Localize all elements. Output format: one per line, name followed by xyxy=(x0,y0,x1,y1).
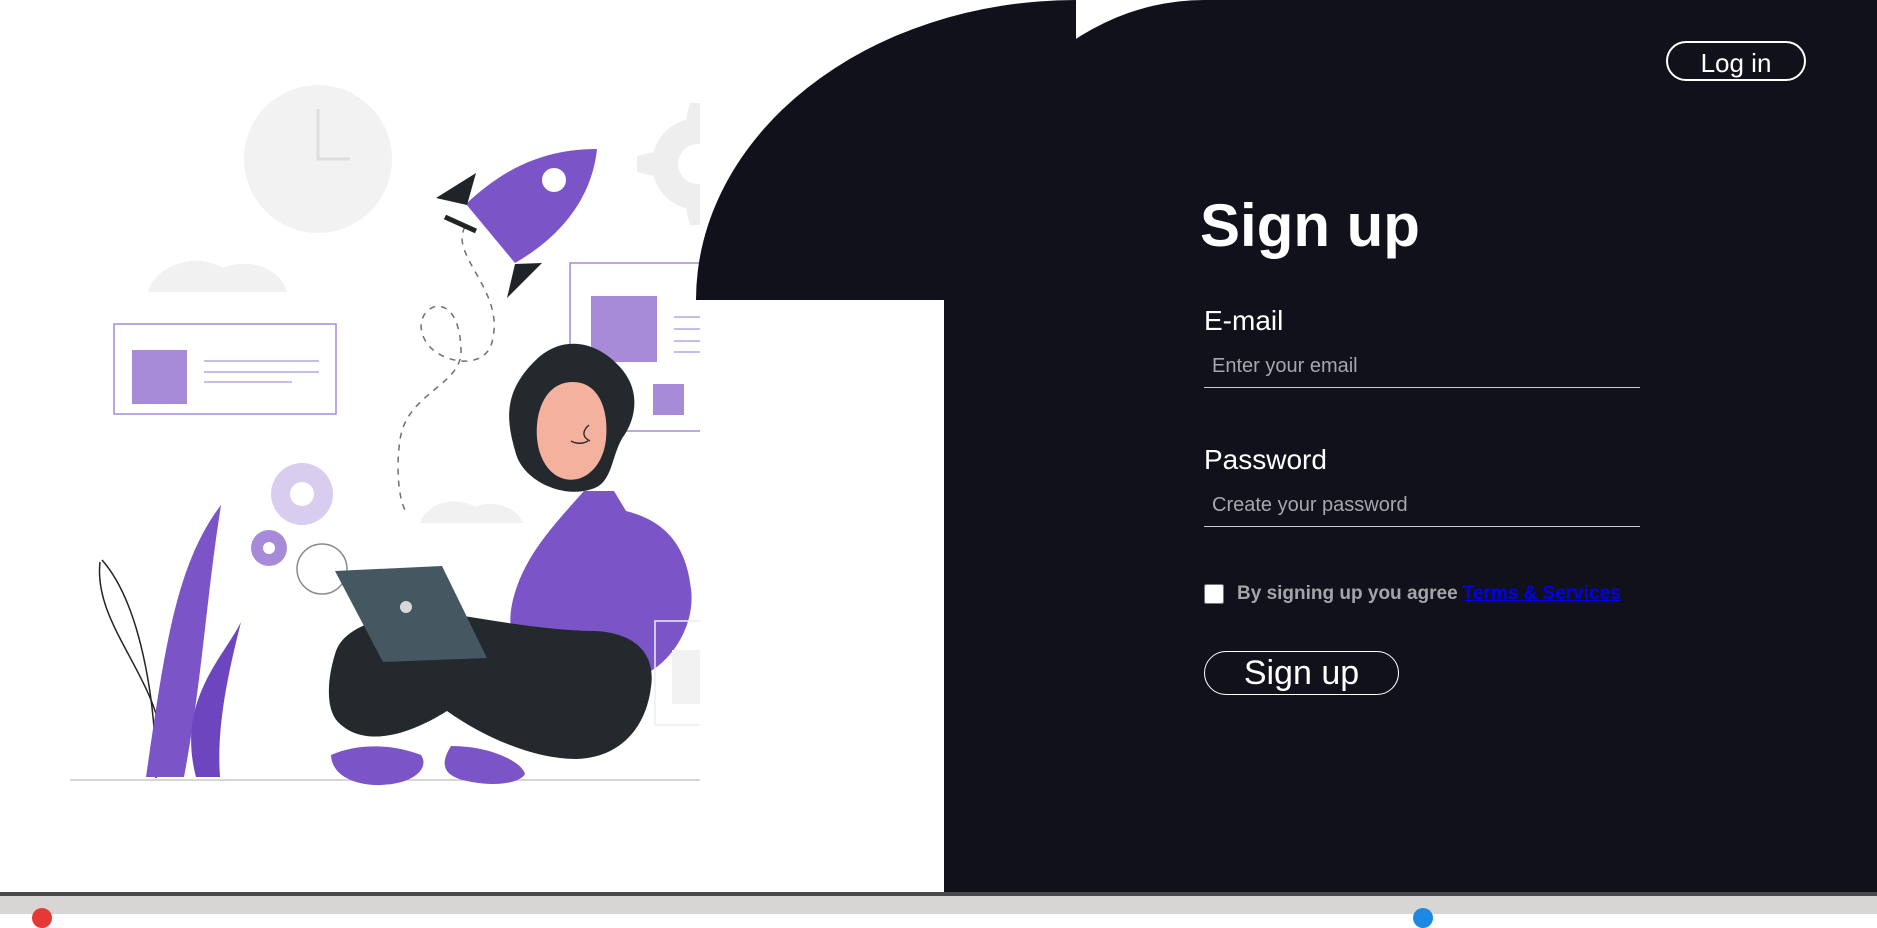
signup-button[interactable]: Sign up xyxy=(1204,651,1399,695)
taskbar-blue-icon[interactable] xyxy=(1413,908,1433,928)
terms-agreement: By signing up you agree Terms & Services xyxy=(1204,582,1621,605)
small-gears-icon xyxy=(251,463,348,595)
taskbar-red-icon[interactable] xyxy=(32,908,52,928)
page-title: Sign up xyxy=(1200,192,1420,259)
cloud-shape xyxy=(420,501,523,523)
plant-illustration xyxy=(98,505,241,779)
password-label: Password xyxy=(1204,444,1327,475)
email-field[interactable] xyxy=(1204,346,1640,388)
terms-link[interactable]: Terms & Services xyxy=(1463,582,1621,605)
cloud-shape xyxy=(148,260,287,292)
signup-panel xyxy=(696,0,1877,892)
taskbar xyxy=(0,892,1877,928)
password-field[interactable] xyxy=(1204,485,1640,527)
email-label: E-mail xyxy=(1204,305,1284,336)
agree-text: By signing up you agree xyxy=(1237,583,1458,604)
terms-checkbox[interactable] xyxy=(1204,583,1224,604)
login-button[interactable]: Log in xyxy=(1666,41,1806,81)
